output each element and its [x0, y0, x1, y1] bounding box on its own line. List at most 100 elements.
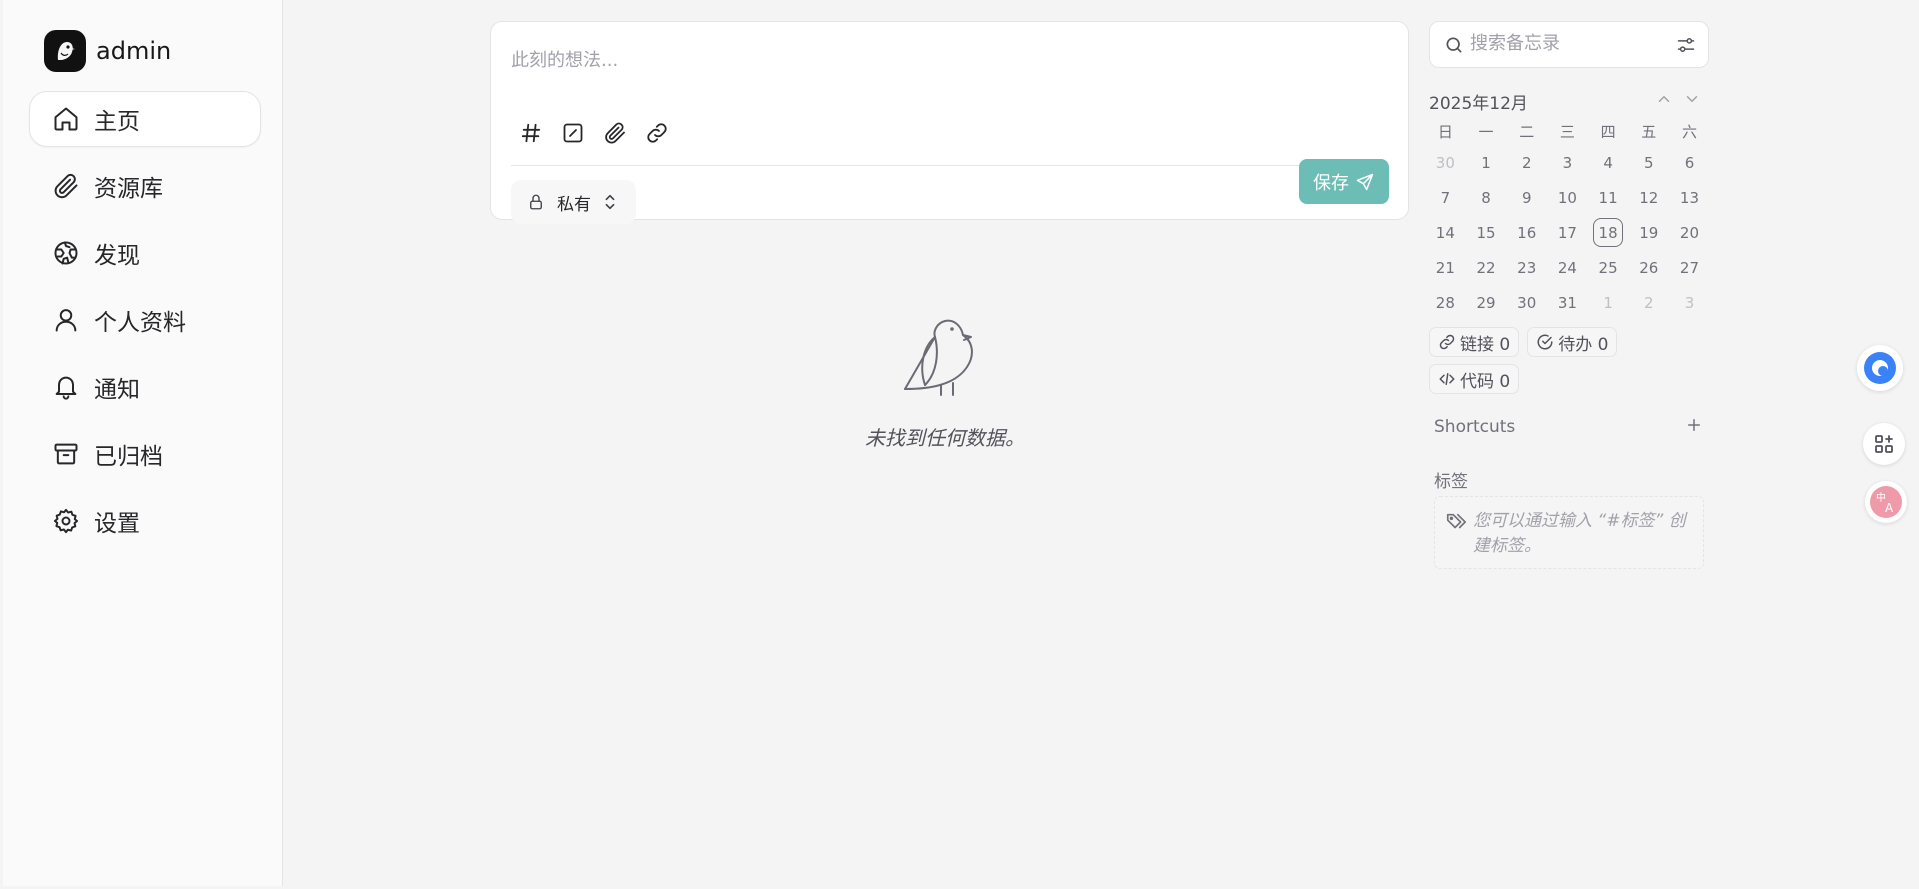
calendar-day[interactable]: 30 [1506, 285, 1547, 320]
links-stat[interactable]: 链接 0 [1429, 327, 1520, 357]
calendar-day[interactable]: 19 [1628, 215, 1669, 250]
calendar-day[interactable]: 30 [1425, 145, 1466, 180]
nav-item-profile[interactable]: 个人资料 [29, 292, 261, 348]
nav-item-explore[interactable]: 发现 [29, 225, 261, 281]
user-brand[interactable]: admin [44, 30, 171, 72]
shortcuts-title: Shortcuts [1434, 417, 1516, 437]
tags-hint-text: 您可以通过输入 “#标签” 创建标签。 [1473, 511, 1686, 556]
bird-logo-icon [49, 35, 81, 67]
chevron-up-down-icon [605, 194, 615, 210]
calendar-day[interactable]: 12 [1628, 180, 1669, 215]
bird-illustration-icon [904, 319, 973, 396]
calendar-day[interactable]: 22 [1466, 250, 1507, 285]
memo-input[interactable] [511, 50, 1371, 71]
prev-month-button[interactable] [1655, 90, 1673, 108]
calendar-day[interactable]: 15 [1466, 215, 1507, 250]
todos-stat-label: 待办 0 [1558, 334, 1609, 355]
apps-float-button[interactable] [1863, 423, 1905, 465]
nav-item-home[interactable]: 主页 [29, 91, 261, 147]
plus-icon [1688, 419, 1700, 431]
paperclip-icon [605, 122, 625, 144]
calendar-day[interactable]: 26 [1628, 250, 1669, 285]
calendar-day[interactable]: 4 [1588, 145, 1629, 180]
calendar-day[interactable]: 3 [1547, 145, 1588, 180]
gear-icon [53, 508, 79, 534]
todo-button[interactable] [559, 119, 587, 147]
hash-icon [521, 123, 541, 143]
calendar-day[interactable]: 24 [1547, 250, 1588, 285]
nav-item-settings[interactable]: 设置 [29, 493, 261, 549]
weekday-header: 四 [1600, 122, 1616, 141]
calendar-day[interactable]: 23 [1506, 250, 1547, 285]
nav-item-notifications[interactable]: 通知 [29, 359, 261, 415]
calendar-day[interactable]: 29 [1466, 285, 1507, 320]
visibility-label: 私有 [557, 194, 591, 215]
calendar-day[interactable]: 17 [1547, 215, 1588, 250]
calendar-day[interactable]: 5 [1628, 145, 1669, 180]
calendar-day[interactable]: 3 [1669, 285, 1710, 320]
tag-button[interactable] [517, 119, 545, 147]
archive-icon [54, 443, 78, 465]
calendar-day-today[interactable]: 18 [1588, 215, 1629, 250]
nav-item-archived[interactable]: 已归档 [29, 426, 261, 482]
save-button[interactable]: 保存 [1299, 159, 1389, 204]
calendar-day[interactable]: 6 [1669, 145, 1710, 180]
svg-text:A: A [1885, 501, 1894, 515]
search-input[interactable] [1470, 33, 1670, 54]
nav-label: 已归档 [94, 444, 163, 470]
translate-float-button[interactable]: 中 A [1865, 481, 1907, 523]
chevron-up-icon [1658, 96, 1670, 102]
todos-stat[interactable]: 待办 0 [1527, 327, 1618, 357]
link-icon [647, 123, 667, 143]
memo-stats: 链接 0 待办 0 代码 0 [1429, 327, 1709, 394]
calendar-day[interactable]: 21 [1425, 250, 1466, 285]
calendar-day[interactable]: 2 [1506, 145, 1547, 180]
search-icon [1446, 37, 1462, 53]
send-icon [1356, 173, 1374, 190]
nav-label: 资源库 [94, 176, 163, 202]
calendar-day[interactable]: 7 [1425, 180, 1466, 215]
code-stat-label: 代码 0 [1460, 371, 1511, 392]
calendar-day[interactable]: 1 [1466, 145, 1507, 180]
editor-toolbar [517, 119, 671, 147]
nav-item-resources[interactable]: 资源库 [29, 158, 261, 214]
add-shortcut-button[interactable] [1685, 416, 1703, 438]
today-label: 18 [1593, 218, 1624, 247]
calendar-day[interactable]: 14 [1425, 215, 1466, 250]
code-icon [1439, 373, 1455, 385]
calendar-day[interactable]: 2 [1628, 285, 1669, 320]
assistant-logo-icon [1864, 352, 1896, 384]
filter-sliders-icon[interactable] [1676, 35, 1696, 55]
calendar-day[interactable]: 13 [1669, 180, 1710, 215]
nav-label: 发现 [94, 243, 140, 269]
calendar-day[interactable]: 31 [1547, 285, 1588, 320]
tags-icon [1446, 513, 1466, 529]
calendar-nav [1655, 90, 1701, 108]
links-stat-label: 链接 0 [1460, 334, 1511, 355]
chevron-down-icon [1686, 96, 1698, 102]
calendar-day[interactable]: 9 [1506, 180, 1547, 215]
calendar-day[interactable]: 10 [1547, 180, 1588, 215]
code-stat[interactable]: 代码 0 [1429, 364, 1520, 394]
calendar-day[interactable]: 28 [1425, 285, 1466, 320]
avatar [44, 30, 86, 72]
calendar-day[interactable]: 25 [1588, 250, 1629, 285]
weekday-header: 五 [1641, 122, 1657, 141]
calendar-day[interactable]: 16 [1506, 215, 1547, 250]
attachment-button[interactable] [601, 119, 629, 147]
assistant-float-button[interactable] [1857, 345, 1903, 391]
main-nav: 主页 资源库 发现 个人资料 通知 已归档 设置 [29, 91, 261, 560]
calendar-day[interactable]: 1 [1588, 285, 1629, 320]
visibility-select[interactable]: 私有 [511, 180, 636, 224]
calendar-title: 2025年12月 [1429, 94, 1528, 114]
calendar-day[interactable]: 11 [1588, 180, 1629, 215]
checkbox-icon [563, 123, 583, 143]
check-circle-icon [1537, 334, 1553, 350]
calendar-day[interactable]: 27 [1669, 250, 1710, 285]
next-month-button[interactable] [1683, 90, 1701, 108]
calendar-day[interactable]: 8 [1466, 180, 1507, 215]
calendar-day[interactable]: 20 [1669, 215, 1710, 250]
user-icon [55, 309, 77, 332]
link-button[interactable] [643, 119, 671, 147]
weekday-header: 二 [1519, 122, 1535, 141]
